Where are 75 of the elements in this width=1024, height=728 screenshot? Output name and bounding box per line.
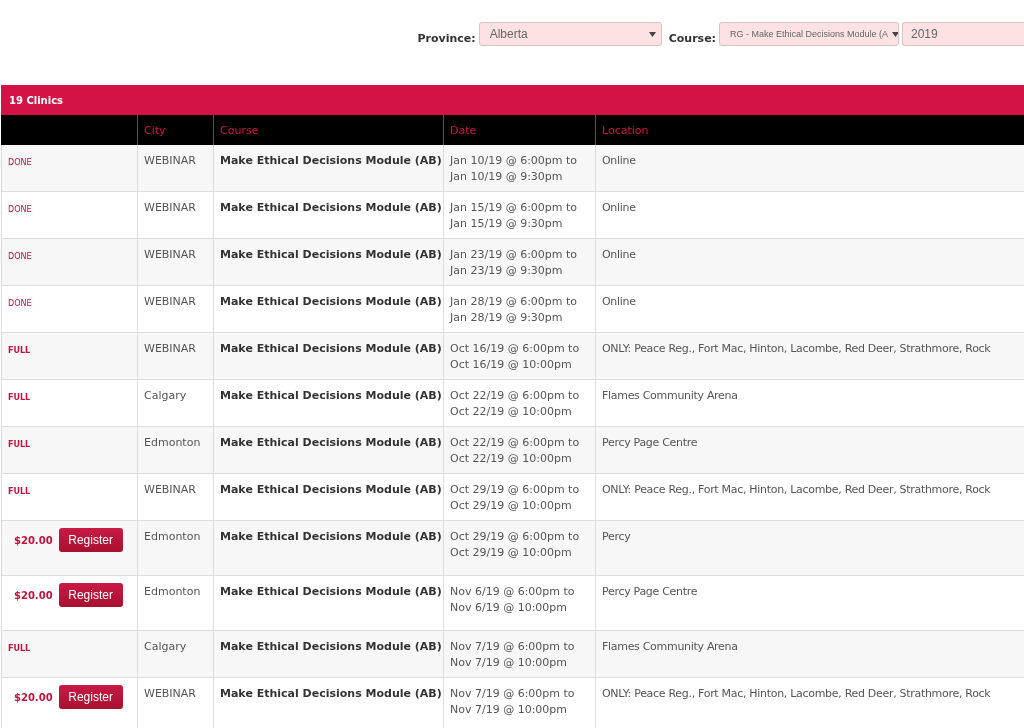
city-cell: Calgary	[144, 639, 187, 655]
course-cell: Make Ethical Decisions Module (AB)	[220, 247, 442, 263]
location-cell: ONLY: Peace Reg., Fort Mac, Hinton, Lacombe, Red Deer, Strathmore, Rock	[602, 482, 991, 498]
location-cell: Online	[602, 200, 636, 216]
course-cell: Make Ethical Decisions Module (AB)	[220, 435, 442, 451]
date-cell: Oct 22/19 @ 6:00pm to Oct 22/19 @ 10:00pm	[450, 435, 580, 467]
location-cell: Percy Page Centre	[602, 435, 698, 451]
city-cell: WEBINAR	[144, 294, 196, 310]
status-label: DONE	[8, 157, 32, 169]
price-label: $20.00	[14, 534, 53, 546]
column-header: Date	[443, 115, 595, 145]
date-cell: Jan 15/19 @ 6:00pm to Jan 15/19 @ 9:30pm	[450, 200, 578, 232]
city-cell: WEBINAR	[144, 686, 196, 702]
register-button[interactable]: Register	[58, 583, 123, 607]
city-cell: WEBINAR	[144, 200, 196, 216]
province-label: Province:	[417, 32, 476, 45]
city-cell: Edmonton	[144, 529, 201, 545]
location-cell: Flames Community Arena	[602, 639, 738, 655]
date-cell: Oct 29/19 @ 6:00pm to Oct 29/19 @ 10:00pm	[450, 529, 580, 561]
dropdown-caret-icon	[648, 31, 656, 37]
location-cell: Online	[602, 153, 636, 169]
city-cell: Edmonton	[144, 435, 201, 451]
date-cell: Jan 23/19 @ 6:00pm to Jan 23/19 @ 9:30pm	[450, 247, 578, 279]
city-cell: Edmonton	[144, 584, 201, 600]
location-cell: Percy	[602, 529, 631, 545]
location-cell: Percy Page Centre	[602, 584, 698, 600]
date-cell: Oct 22/19 @ 6:00pm to Oct 22/19 @ 10:00pm	[450, 388, 580, 420]
location-cell: Flames Community Arena	[602, 388, 738, 404]
course-cell: Make Ethical Decisions Module (AB)	[220, 529, 442, 545]
status-label: DONE	[8, 251, 32, 263]
course-cell: Make Ethical Decisions Module (AB)	[220, 341, 442, 357]
city-cell: WEBINAR	[144, 482, 196, 498]
course-cell: Make Ethical Decisions Module (AB)	[220, 482, 442, 498]
course-cell: Make Ethical Decisions Module (AB)	[220, 153, 442, 169]
course-cell: Make Ethical Decisions Module (AB)	[220, 294, 442, 310]
location-cell: Online	[602, 294, 636, 310]
date-cell: Jan 28/19 @ 6:00pm to Jan 28/19 @ 9:30pm	[450, 294, 578, 326]
city-cell: WEBINAR	[144, 247, 196, 263]
location-cell: Online	[602, 247, 636, 263]
date-cell: Nov 7/19 @ 6:00pm to Nov 7/19 @ 10:00pm	[450, 686, 575, 718]
province-select[interactable]: Alberta	[478, 22, 662, 46]
location-cell: ONLY: Peace Reg., Fort Mac, Hinton, Lacombe, Red Deer, Strathmore, Rock	[602, 686, 991, 702]
column-header: Course	[213, 115, 443, 145]
course-cell: Make Ethical Decisions Module (AB)	[220, 639, 442, 655]
city-cell: WEBINAR	[144, 153, 196, 169]
register-button[interactable]: Register	[58, 528, 123, 552]
status-label: FULL	[8, 392, 31, 404]
course-cell: Make Ethical Decisions Module (AB)	[220, 388, 442, 404]
status-label: FULL	[8, 643, 31, 655]
column-header: City	[137, 115, 213, 145]
course-cell: Make Ethical Decisions Module (AB)	[220, 200, 442, 216]
price-label: $20.00	[14, 589, 53, 601]
column-header: Location	[595, 115, 1024, 145]
status-label: DONE	[8, 298, 32, 310]
course-cell: Make Ethical Decisions Module (AB)	[220, 584, 442, 600]
register-button[interactable]: Register	[58, 685, 123, 709]
date-cell: Jan 10/19 @ 6:00pm to Jan 10/19 @ 9:30pm	[450, 153, 578, 185]
location-cell: ONLY: Peace Reg., Fort Mac, Hinton, Lacombe, Red Deer, Strathmore, Rock	[602, 341, 991, 357]
course-label: Course:	[668, 32, 716, 45]
course-select[interactable]: RG - Make Ethical Decisions Module (A	[719, 22, 899, 46]
course-cell: Make Ethical Decisions Module (AB)	[220, 686, 442, 702]
date-cell: Nov 6/19 @ 6:00pm to Nov 6/19 @ 10:00pm	[450, 584, 575, 616]
status-label: FULL	[8, 486, 31, 498]
status-label: DONE	[8, 204, 32, 216]
price-label: $20.00	[14, 691, 53, 703]
date-cell: Oct 29/19 @ 6:00pm to Oct 29/19 @ 10:00pm	[450, 482, 580, 514]
city-cell: Calgary	[144, 388, 187, 404]
date-cell: Oct 16/19 @ 6:00pm to Oct 16/19 @ 10:00pm	[450, 341, 580, 373]
status-label: FULL	[8, 439, 31, 451]
date-cell: Nov 7/19 @ 6:00pm to Nov 7/19 @ 10:00pm	[450, 639, 575, 671]
panel-title: 19 Clinics	[1, 85, 1024, 115]
city-cell: WEBINAR	[144, 341, 196, 357]
year-field[interactable]: 2019	[902, 22, 1024, 46]
status-label: FULL	[8, 345, 31, 357]
dropdown-caret-icon	[892, 31, 898, 37]
